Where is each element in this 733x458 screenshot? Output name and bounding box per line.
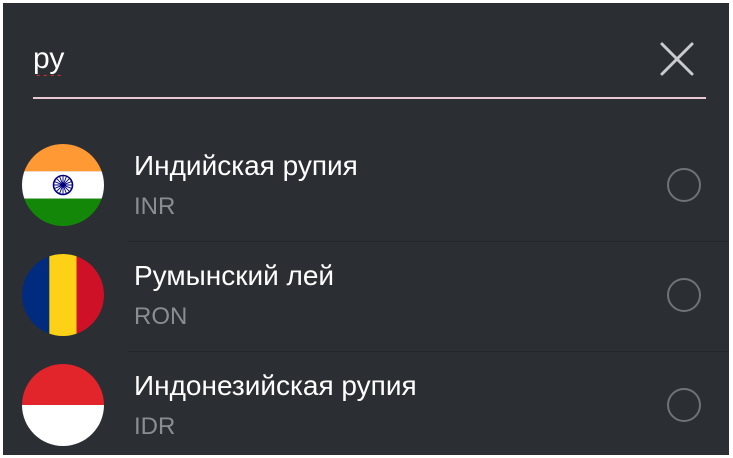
currency-row-inr[interactable]: Индийская рупия INR xyxy=(3,132,729,242)
select-radio-inr[interactable] xyxy=(667,168,701,202)
currency-name: Индийская рупия xyxy=(134,150,358,181)
india-flag-icon xyxy=(22,144,104,226)
currency-code: INR xyxy=(134,193,176,220)
search-bar xyxy=(3,3,729,103)
currency-row-ron[interactable]: Румынский лей RON xyxy=(3,242,729,352)
currency-row-idr[interactable]: Индонезийская рупия IDR xyxy=(3,352,729,455)
search-input[interactable] xyxy=(33,37,633,81)
select-radio-ron[interactable] xyxy=(667,278,701,312)
select-radio-idr[interactable] xyxy=(667,388,701,422)
currency-name: Индонезийская рупия xyxy=(134,370,417,401)
close-button[interactable] xyxy=(655,37,699,81)
search-underline xyxy=(33,97,706,99)
close-icon xyxy=(660,42,694,76)
romania-flag-icon xyxy=(22,254,104,336)
currency-code: RON xyxy=(134,303,188,330)
currency-code: IDR xyxy=(134,413,176,440)
indonesia-flag-icon xyxy=(22,364,104,446)
currency-picker-panel: Индийская рупия INR Румынский лей RON xyxy=(3,3,729,455)
currency-list: Индийская рупия INR Румынский лей RON Ин… xyxy=(3,132,729,455)
currency-name: Румынский лей xyxy=(134,260,335,291)
